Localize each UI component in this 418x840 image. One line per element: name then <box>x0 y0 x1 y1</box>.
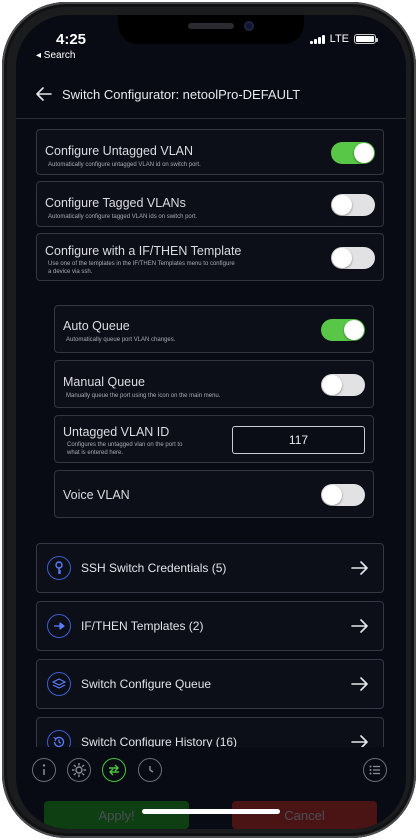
setting-title: Configure with a IF/THEN Template <box>45 244 242 258</box>
chevron-arrow-icon <box>351 619 368 633</box>
status-time: 4:25 <box>56 31 87 48</box>
auto-queue-toggle[interactable] <box>321 319 365 341</box>
arrow-right-circle-icon <box>47 614 71 638</box>
setting-title: Configure Tagged VLANs <box>45 196 186 210</box>
apply-button[interactable]: Apply! <box>44 801 189 829</box>
notch <box>118 15 304 44</box>
back-arrow-icon[interactable] <box>36 87 52 101</box>
setting-title: Manual Queue <box>63 375 146 389</box>
app-screen: 4:25 ◂ Search LTE Switch Configurator: n… <box>16 15 406 829</box>
manual-queue-toggle[interactable] <box>321 374 365 396</box>
setting-ifthen-template: Configure with a IF/THEN Template Use on… <box>36 233 384 281</box>
info-icon[interactable] <box>32 758 56 782</box>
setting-voice-vlan: Voice VLAN <box>54 470 374 518</box>
untagged-vlan-id-input[interactable]: 117 <box>232 426 365 454</box>
setting-auto-queue: Auto Queue Automatically queue port VLAN… <box>54 305 374 353</box>
setting-manual-queue: Manual Queue Manually queue the port usi… <box>54 360 374 408</box>
switch-config-icon[interactable] <box>102 758 126 782</box>
nav-label: IF/THEN Templates (2) <box>81 619 204 633</box>
home-indicator[interactable] <box>142 809 280 814</box>
bottom-toolbar: Apply! Cancel <box>16 747 406 829</box>
setting-description: Configures the untagged vlan on the port… <box>67 442 183 456</box>
nav-label: Switch Configure Queue <box>81 677 212 691</box>
app-header: Switch Configurator: netoolPro-DEFAULT <box>16 71 406 117</box>
setting-title: Untagged VLAN ID <box>63 425 170 439</box>
untagged-vlan-toggle[interactable] <box>331 142 375 164</box>
nav-configure-queue[interactable]: Switch Configure Queue <box>36 659 384 709</box>
setting-untagged-vlan-id: Untagged VLAN ID Configures the untagged… <box>54 415 374 463</box>
nav-label: SSH Switch Credentials (5) <box>81 561 227 575</box>
setting-title: Configure Untagged VLAN <box>45 144 194 158</box>
layers-icon <box>47 672 71 696</box>
clock-icon[interactable] <box>138 758 162 782</box>
setting-untagged-vlan: Configure Untagged VLAN Automatically co… <box>36 129 384 175</box>
voice-vlan-toggle[interactable] <box>321 484 365 506</box>
menu-list-icon[interactable] <box>363 758 387 782</box>
setting-title: Auto Queue <box>63 319 130 333</box>
setting-description: Automatically queue port VLAN changes. <box>66 337 176 343</box>
battery-icon <box>354 34 378 44</box>
phone-frame: 4:25 ◂ Search LTE Switch Configurator: n… <box>2 2 416 838</box>
page-title: Switch Configurator: netoolPro-DEFAULT <box>62 86 301 102</box>
key-icon <box>47 556 71 580</box>
setting-description: Use one of the templates in the IF/THEN … <box>48 261 235 275</box>
setting-description: Manually queue the port using the icon o… <box>66 393 221 399</box>
setting-title: Voice VLAN <box>63 488 130 502</box>
speaker <box>188 23 234 29</box>
setting-description: Automatically configure tagged VLAN ids … <box>48 214 198 220</box>
header-divider <box>16 118 406 119</box>
status-indicators: LTE <box>309 33 378 45</box>
setting-description: Automatically configure untagged VLAN id… <box>48 162 201 168</box>
back-to-search-link[interactable]: ◂ Search <box>36 50 75 61</box>
nav-ssh-credentials[interactable]: SSH Switch Credentials (5) <box>36 543 384 593</box>
chevron-arrow-icon <box>351 561 368 575</box>
tagged-vlans-toggle[interactable] <box>331 194 375 216</box>
gear-icon[interactable] <box>67 758 91 782</box>
cancel-button[interactable]: Cancel <box>232 801 377 829</box>
setting-tagged-vlans: Configure Tagged VLANs Automatically con… <box>36 181 384 227</box>
chevron-arrow-icon <box>351 677 368 691</box>
nav-ifthen-templates[interactable]: IF/THEN Templates (2) <box>36 601 384 651</box>
cellular-signal-icon <box>309 34 325 44</box>
front-camera <box>244 21 254 31</box>
network-label: LTE <box>329 33 349 45</box>
ifthen-template-toggle[interactable] <box>331 247 375 269</box>
